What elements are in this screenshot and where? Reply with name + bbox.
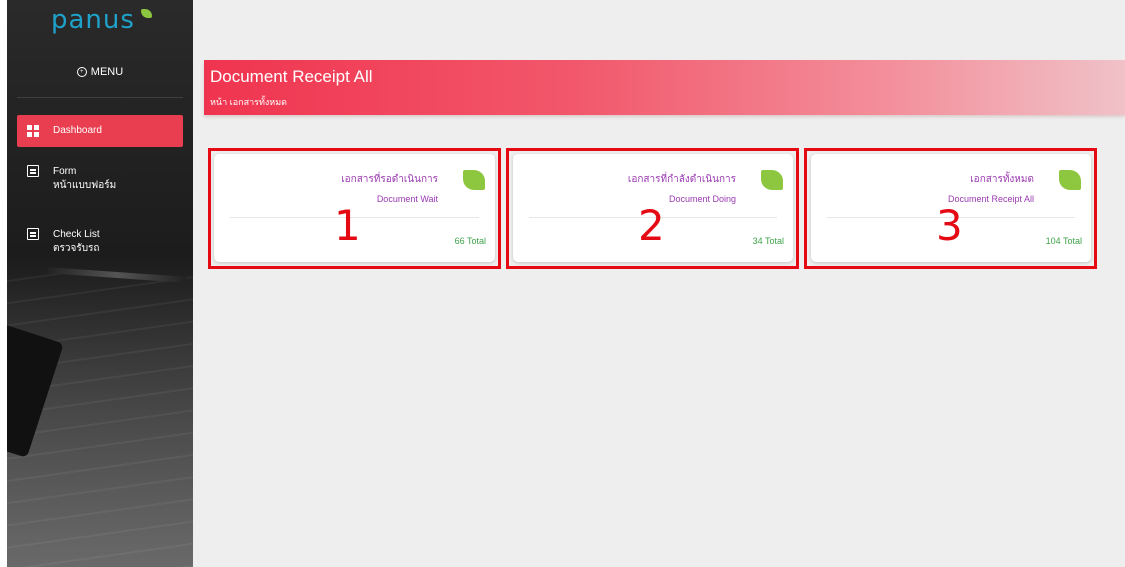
card-document-doing[interactable]: เอกสารที่กำลังดำเนินการ Document Doing 2… xyxy=(513,154,793,262)
card-title: เอกสารที่กำลังดำเนินการ xyxy=(627,174,736,185)
sidebar-item-label: Check List xyxy=(53,229,100,240)
checklist-icon xyxy=(27,228,39,240)
sidebar: panus + MENU Dashboard Form หน้าแบบฟอร์ม… xyxy=(7,0,193,567)
annotation-number: 1 xyxy=(334,201,361,250)
card-title: เอกสารทั้งหมด xyxy=(970,174,1034,185)
menu-label: MENU xyxy=(90,66,124,78)
breadcrumb: หน้า เอกสารทั้งหมด xyxy=(210,97,287,107)
card-title: เอกสารที่รอดำเนินการ xyxy=(341,174,438,185)
leaf-icon xyxy=(463,170,485,190)
annotation-number: 3 xyxy=(936,201,963,250)
page-header: Document Receipt All หน้า เอกสารทั้งหมด xyxy=(204,60,1125,115)
card-subtitle: Document Doing xyxy=(668,194,736,204)
sidebar-item-sublabel: หน้าแบบฟอร์ม xyxy=(53,180,117,191)
sidebar-item-check-list[interactable]: Check List ตรวจรับรถ xyxy=(17,228,183,256)
card-total: 66 Total xyxy=(454,236,486,246)
leaf-icon xyxy=(1059,170,1081,190)
sidebar-item-label: Dashboard xyxy=(53,125,102,136)
brand-logo[interactable]: panus xyxy=(51,5,135,35)
app-frame: panus + MENU Dashboard Form หน้าแบบฟอร์ม… xyxy=(7,0,1125,567)
sidebar-item-sublabel: ตรวจรับรถ xyxy=(53,243,100,254)
annotation-number: 2 xyxy=(638,201,665,250)
leaf-icon xyxy=(761,170,783,190)
card-total: 34 Total xyxy=(752,236,784,246)
card-subtitle: Document Wait xyxy=(376,194,438,204)
sidebar-item-dashboard[interactable]: Dashboard xyxy=(17,115,183,147)
circle-plus-icon: + xyxy=(76,67,87,77)
logo-leaf-icon xyxy=(141,9,152,18)
menu-toggle[interactable]: + MENU xyxy=(7,66,193,78)
sidebar-item-label: Form xyxy=(53,166,77,177)
card-document-wait[interactable]: เอกสารที่รอดำเนินการ Document Wait 1 66 … xyxy=(214,154,495,262)
menu-divider xyxy=(17,97,183,98)
card-document-receipt-all[interactable]: เอกสารทั้งหมด Document Receipt All 3 104… xyxy=(811,154,1091,262)
card-total: 104 Total xyxy=(1045,236,1082,246)
sidebar-item-form[interactable]: Form หน้าแบบฟอร์ม xyxy=(17,165,183,193)
dashboard-icon xyxy=(27,125,39,137)
page-title: Document Receipt All xyxy=(210,67,373,86)
form-icon xyxy=(27,165,39,177)
